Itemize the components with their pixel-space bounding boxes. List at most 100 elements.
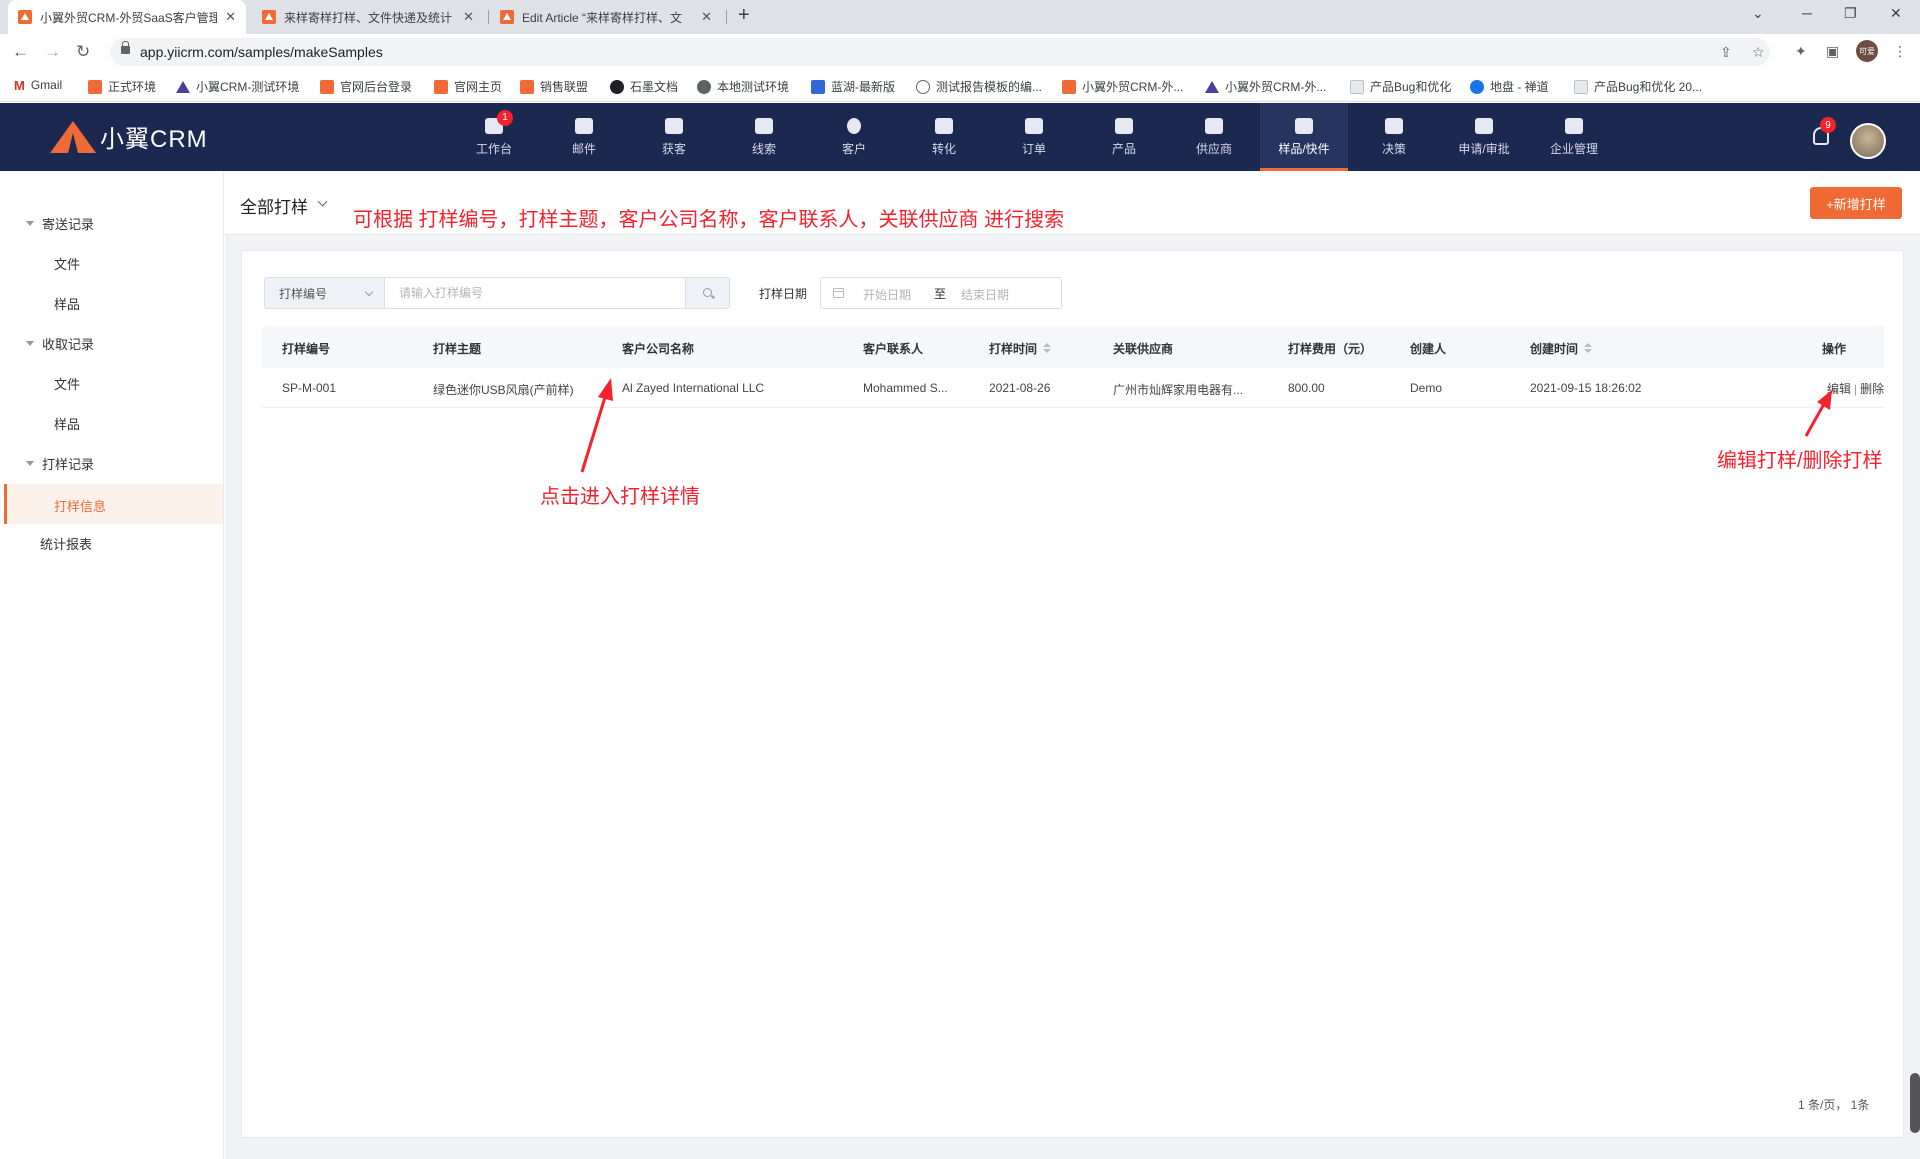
nav-badge: 1 [497,109,513,126]
page-title[interactable]: 全部打样 [240,193,308,218]
bookmark-item[interactable]: 正式环境 [88,78,156,95]
app-header: 小翼CRM 1 工作台 邮件 获客 线索 客户 转化 订单 产品 供应商 样品/快… [0,103,1920,171]
bookmark-label: 产品Bug和优化 [1370,80,1452,94]
bookmark-item[interactable]: 小翼CRM-测试环境 [176,78,299,95]
samples-table: 打样编号 打样主题 客户公司名称 客户联系人 打样时间 关联供应商 打样费用（元… [262,326,1884,408]
close-icon[interactable]: ✕ [225,9,236,25]
bookmark-item[interactable]: 小翼外贸CRM-外... [1062,78,1183,95]
lanhu-icon [811,79,825,94]
back-icon[interactable]: ← [12,42,29,62]
nav-products[interactable]: 产品 [1080,103,1168,171]
briefcase-icon [1115,117,1133,134]
new-tab-icon[interactable]: + [738,4,750,27]
chevron-down-icon[interactable] [317,196,328,207]
close-icon[interactable]: ✕ [701,9,712,25]
sidebar-group-sent[interactable]: 寄送记录 [26,214,94,233]
search-input[interactable] [384,277,686,309]
user-avatar[interactable] [1850,123,1886,159]
nav-customers[interactable]: 客户 [810,103,898,171]
bookmark-item[interactable]: 本地测试环境 [697,78,789,95]
forward-icon[interactable]: → [44,42,61,62]
nav-conversion[interactable]: 转化 [900,103,988,171]
date-end-field[interactable]: 结束日期 [961,286,1009,303]
browser-tab-edit-article[interactable]: Edit Article “来样寄样打样、文 ✕ [490,0,722,34]
restore-icon[interactable]: ❐ [1844,5,1857,22]
close-icon[interactable]: ✕ [463,9,474,25]
cell-company: Al Zayed International LLC [622,381,765,395]
search-button[interactable] [685,277,730,309]
table-row[interactable]: SP-M-001 绿色迷你USB风扇(产前样) Al Zayed Interna… [262,368,1884,408]
minimize-icon[interactable]: ─ [1802,5,1812,21]
tab-search-chevron-icon[interactable]: ⌄ [1752,5,1764,22]
side-panel-icon[interactable]: ▣ [1826,43,1839,60]
sidebar-item-reports[interactable]: 统计报表 [40,534,92,553]
sidebar-item-received-files[interactable]: 文件 [54,374,80,393]
nav-label: 转化 [931,141,956,156]
date-range-picker[interactable]: 开始日期 至 结束日期 [820,277,1062,309]
bookmark-label: Gmail [30,78,63,92]
tab-divider [726,10,727,24]
reload-icon[interactable]: ↻ [76,42,90,62]
sidebar-group-label: 寄送记录 [42,217,95,232]
sidebar-item-sampling-info[interactable]: 打样信息 [4,484,223,524]
sort-icon[interactable] [1043,342,1052,355]
delete-link[interactable]: 删除 [1860,382,1884,396]
nav-leads[interactable]: 线索 [720,103,808,171]
bookmark-label: 官网主页 [454,80,503,94]
bookmark-item[interactable]: 官网后台登录 [320,78,412,95]
nav-mail[interactable]: 邮件 [540,103,628,171]
bookmark-item[interactable]: 蓝湖-最新版 [811,78,895,95]
bookmark-gmail[interactable]: M Gmail [14,78,63,93]
lock-icon [121,41,130,54]
cell-contact: Mohammed S... [863,381,948,395]
extensions-icon[interactable]: ✦ [1795,43,1807,60]
sort-icon[interactable] [1584,342,1593,355]
date-start-field[interactable]: 开始日期 [863,286,911,303]
nav-enterprise[interactable]: 企业管理 [1530,103,1618,171]
nav-approval[interactable]: 申请/审批 [1440,103,1528,171]
nav-orders[interactable]: 订单 [990,103,1078,171]
bookmark-item[interactable]: 产品Bug和优化 [1350,78,1451,95]
nav-workbench[interactable]: 1 工作台 [450,103,538,171]
profile-avatar[interactable]: 可爱 [1856,40,1878,62]
nav-samples[interactable]: 样品/快件 [1260,103,1348,171]
browser-tab-crm[interactable]: 小翼外贸CRM-外贸SaaS客户管理 ✕ [8,0,246,34]
bookmark-item[interactable]: 测试报告模板的编... [916,78,1042,95]
bookmark-item[interactable]: 官网主页 [434,78,502,95]
sidebar-item-sent-samples[interactable]: 样品 [54,294,80,313]
column-header-date[interactable]: 打样时间 [989,340,1052,357]
edit-link[interactable]: 编辑 [1827,382,1851,396]
calendar-icon [833,288,844,298]
bookmark-item[interactable]: 销售联盟 [520,78,588,95]
bookmark-star-icon[interactable]: ☆ [1752,44,1765,61]
app-logo[interactable]: 小翼CRM [50,119,208,154]
approval-icon [1475,117,1493,134]
bookmark-item[interactable]: 产品Bug和优化 20... [1574,78,1702,95]
crm-favicon-icon [18,10,32,24]
column-header-created-at[interactable]: 创建时间 [1530,340,1593,357]
bookmark-item[interactable]: 石墨文档 [610,78,678,95]
scrollbar-thumb[interactable] [1910,1073,1920,1133]
sidebar-group-sampling[interactable]: 打样记录 [26,454,94,473]
nav-decision[interactable]: 决策 [1350,103,1438,171]
nav-suppliers[interactable]: 供应商 [1170,103,1258,171]
sidebar-item-received-samples[interactable]: 样品 [54,414,80,433]
browser-tab-article[interactable]: 来样寄样打样、文件快递及统计 ✕ [252,0,484,34]
bookmark-item[interactable]: 小翼外贸CRM-外... [1205,78,1326,95]
add-sample-button[interactable]: +新增打样 [1810,187,1902,219]
window-close-icon[interactable]: ✕ [1890,5,1902,22]
sidebar-item-sent-files[interactable]: 文件 [54,254,80,273]
menu-icon[interactable]: ⋮ [1893,43,1907,60]
sidebar-group-label: 打样记录 [42,457,95,472]
logo-text: 小翼CRM [100,126,208,153]
address-bar[interactable]: app.yiicrm.com/samples/makeSamples ⇪ ☆ [110,38,1770,66]
nav-label: 邮件 [571,141,596,156]
caret-down-icon [26,341,34,346]
sidebar-group-received[interactable]: 收取记录 [26,334,94,353]
nav-acquire[interactable]: 获客 [630,103,718,171]
bookmark-item[interactable]: 地盘 - 禅道 [1470,78,1549,95]
search-type-select[interactable]: 打样编号 [264,277,385,309]
share-icon[interactable]: ⇪ [1720,44,1732,61]
cell-subject-link[interactable]: 绿色迷你USB风扇(产前样) [433,381,574,398]
nav-label: 企业管理 [1549,141,1598,156]
